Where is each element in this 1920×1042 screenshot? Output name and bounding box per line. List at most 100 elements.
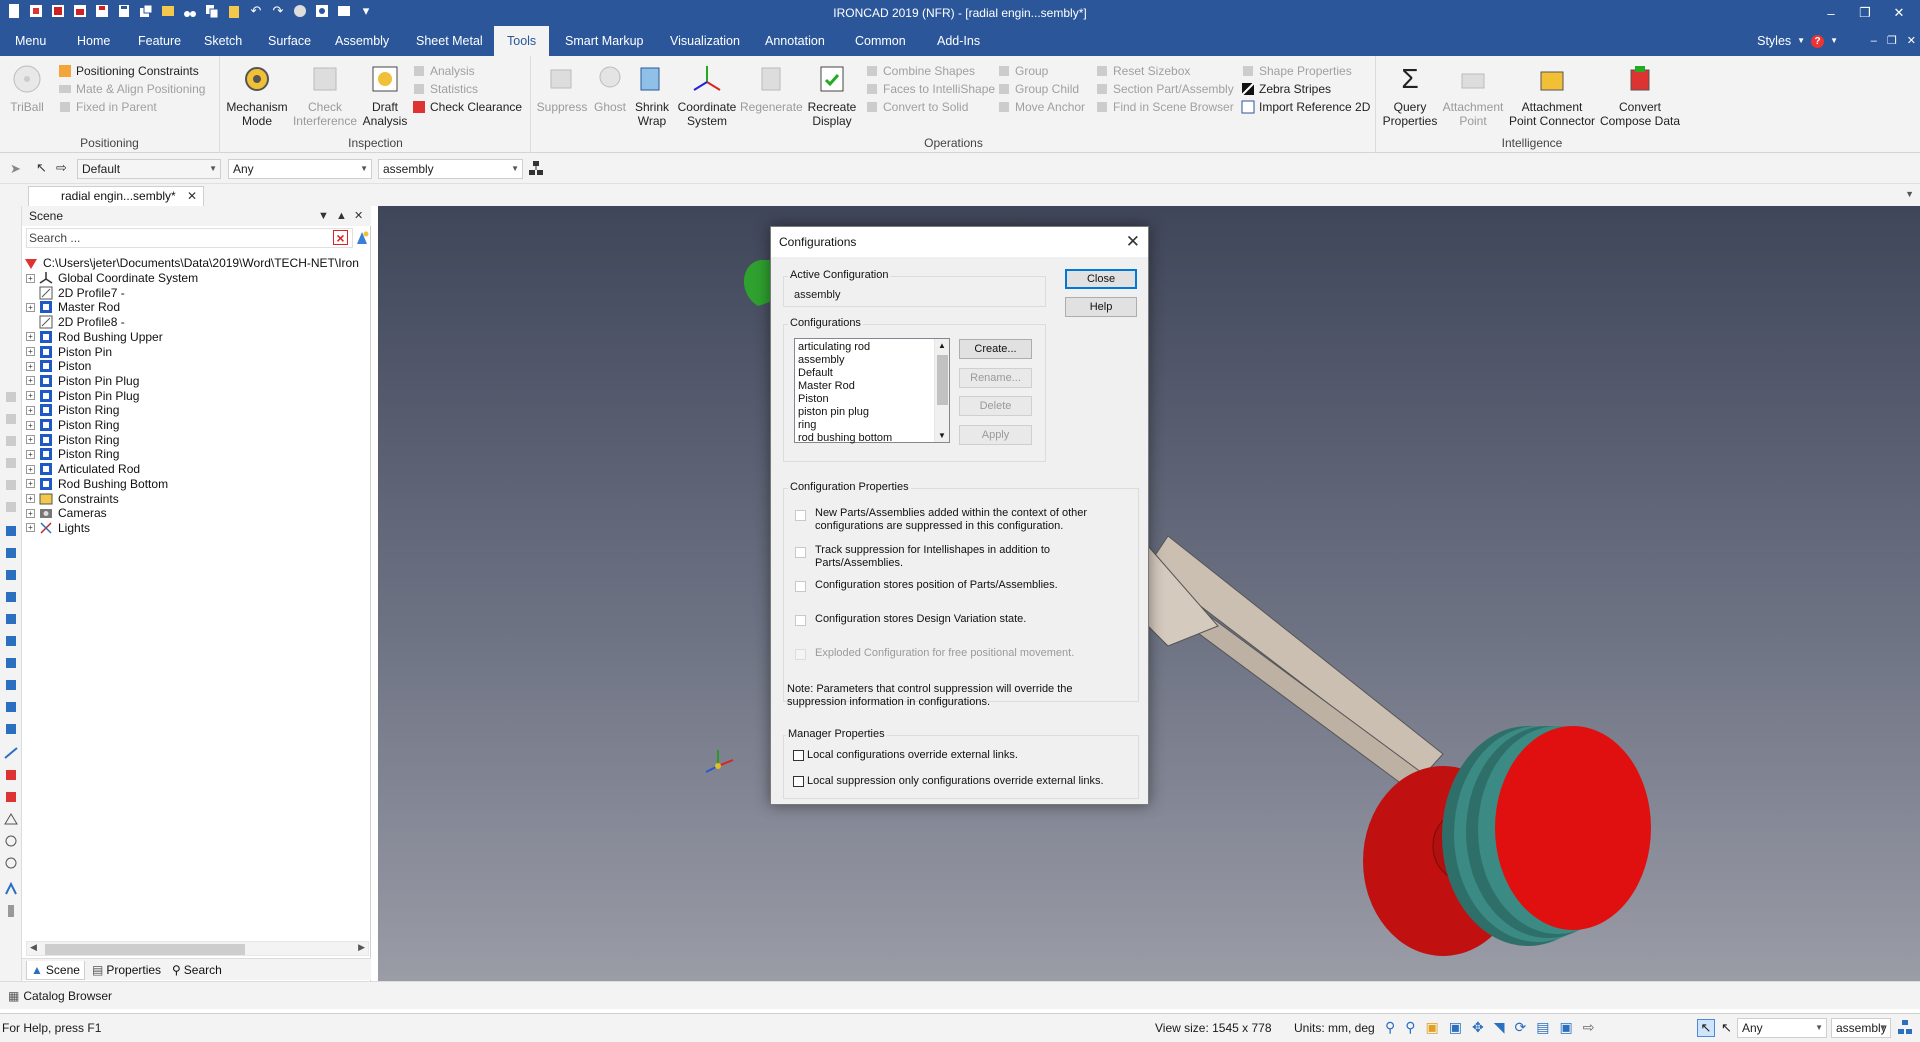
help-icon[interactable]: ? <box>1811 34 1825 48</box>
styles-menu[interactable]: Styles ▼ ? ▼ <box>1757 26 1838 56</box>
assembly-tool-icon[interactable] <box>4 546 18 560</box>
faces-to-intellishape-button[interactable]: Faces to IntelliShape <box>865 80 995 98</box>
doc-minimize-button[interactable]: – <box>1871 26 1877 56</box>
local-suppression-override-checkbox[interactable] <box>793 776 804 787</box>
status-filter-combo[interactable]: Any ▼ <box>1737 1018 1827 1038</box>
restore-button[interactable]: ❐ <box>1848 0 1882 26</box>
chamfer-tool-icon[interactable] <box>4 634 18 648</box>
expand-icon[interactable]: + <box>26 347 35 356</box>
render-mode-icon[interactable]: ▣ <box>1449 1019 1462 1036</box>
group-button[interactable]: Group <box>997 62 1048 80</box>
create-button[interactable]: Create... <box>959 339 1032 359</box>
scroll-right-icon[interactable]: ▶ <box>358 942 365 953</box>
expand-icon[interactable]: + <box>26 376 35 386</box>
orbit-view-icon[interactable]: ⟳ <box>1515 1019 1527 1036</box>
positioning-constraints-button[interactable]: Positioning Constraints <box>58 62 199 80</box>
camera-tool-icon[interactable] <box>4 768 18 782</box>
expand-icon[interactable]: + <box>26 523 35 533</box>
mate-align-button[interactable]: Mate & Align Positioning <box>58 80 205 98</box>
expand-icon[interactable]: + <box>26 494 35 503</box>
clear-search-icon[interactable]: × <box>333 230 348 246</box>
apply-button[interactable]: Apply <box>959 425 1032 445</box>
tab-surface[interactable]: Surface <box>260 26 319 56</box>
shape-tool-icon[interactable] <box>4 412 18 426</box>
hole-tool-icon[interactable] <box>4 568 18 582</box>
rotate-tool-icon[interactable] <box>4 834 18 848</box>
section-part-button[interactable]: Section Part/Assembly <box>1095 80 1234 98</box>
view-cube-icon[interactable]: ▣ <box>1426 1019 1439 1036</box>
tab-menu[interactable]: Menu <box>7 26 54 56</box>
group-child-button[interactable]: Group Child <box>997 80 1079 98</box>
loft-tool-icon[interactable] <box>4 500 18 514</box>
orbit-tool-icon[interactable] <box>4 856 18 870</box>
tab-annotation[interactable]: Annotation <box>757 26 833 56</box>
dimension-tool-icon[interactable] <box>4 812 18 826</box>
statistics-button[interactable]: Statistics <box>412 80 478 98</box>
tab-properties[interactable]: ▤ Properties <box>92 961 161 980</box>
stores-position-checkbox[interactable] <box>795 581 806 592</box>
display-mode-icon[interactable]: ▤ <box>1536 1019 1549 1036</box>
zoom-window-icon[interactable]: ⚲ <box>1405 1019 1415 1036</box>
tab-scene[interactable]: ▲ Scene <box>26 961 85 980</box>
new-parts-suppressed-checkbox[interactable] <box>795 510 806 521</box>
tab-smart-markup[interactable]: Smart Markup <box>557 26 652 56</box>
tree-item[interactable]: + Lights <box>26 519 90 537</box>
coordinate-system-button[interactable]: Coordinate System <box>676 62 738 128</box>
ghost-button[interactable]: Ghost <box>590 62 630 114</box>
import-reference-button[interactable]: Import Reference 2D <box>1241 98 1370 116</box>
configs-listbox[interactable]: articulating rod assembly Default Master… <box>794 338 950 444</box>
regenerate-button[interactable]: Regenerate <box>740 62 803 114</box>
tab-sheet-metal[interactable]: Sheet Metal <box>408 26 491 56</box>
face-tool-icon[interactable] <box>4 700 18 714</box>
shape-properties-button[interactable]: Shape Properties <box>1241 62 1352 80</box>
close-tab-icon[interactable]: ✕ <box>187 187 197 205</box>
expand-icon[interactable]: + <box>26 302 35 312</box>
triball-button[interactable]: TriBall <box>6 62 48 114</box>
extrude-tool-icon[interactable] <box>4 434 18 448</box>
tab-home[interactable]: Home <box>69 26 118 56</box>
zoom-icon[interactable]: ⚲ <box>1385 1019 1395 1036</box>
find-in-scene-button[interactable]: Find in Scene Browser <box>1095 98 1234 116</box>
exploded-config-checkbox[interactable] <box>795 649 806 660</box>
move-view-icon[interactable]: ✥ <box>1472 1019 1484 1036</box>
scrollbar-thumb[interactable] <box>45 944 245 955</box>
shrink-wrap-button[interactable]: Shrink Wrap <box>632 62 672 128</box>
draft-analysis-button[interactable]: Draft Analysis <box>360 62 410 128</box>
expand-icon[interactable]: + <box>26 508 35 518</box>
expand-icon[interactable]: + <box>26 391 35 401</box>
rename-button[interactable]: Rename... <box>959 368 1032 388</box>
close-button[interactable]: Close <box>1065 269 1137 289</box>
reset-sizebox-button[interactable]: Reset Sizebox <box>1095 62 1190 80</box>
check-clearance-button[interactable]: Check Clearance <box>412 98 522 116</box>
expand-icon[interactable]: + <box>26 420 35 430</box>
scrollbar-thumb[interactable] <box>937 355 948 405</box>
section-view-icon[interactable]: ◥ <box>1494 1019 1505 1036</box>
check-interference-button[interactable]: Check Interference <box>292 62 358 128</box>
expand-icon[interactable]: + <box>26 273 35 283</box>
scene-search-input[interactable]: Search ... <box>26 228 353 248</box>
edge-tool-icon[interactable] <box>4 722 18 736</box>
part-tool-icon[interactable] <box>4 524 18 538</box>
scroll-down-icon[interactable]: ▼ <box>938 431 946 440</box>
attachment-point-button[interactable]: Attachment Point <box>1441 62 1505 128</box>
close-panel-icon[interactable]: ✕ <box>354 206 363 226</box>
select-cursor-icon[interactable]: ↖ <box>1697 1019 1715 1037</box>
select-icon[interactable]: ➤ <box>10 161 21 177</box>
horizontal-scrollbar[interactable]: ◀ ▶ <box>26 941 369 956</box>
configurations-icon[interactable] <box>528 160 544 176</box>
expand-icon[interactable]: + <box>26 361 35 371</box>
cursor-icon[interactable]: ↖ <box>36 160 47 176</box>
scroll-up-icon[interactable]: ▲ <box>938 341 946 350</box>
convert-compose-button[interactable]: Convert Compose Data <box>1599 62 1681 128</box>
stores-design-variation-checkbox[interactable] <box>795 615 806 626</box>
tab-list-dropdown-icon[interactable]: ▼ <box>1905 189 1914 199</box>
selection-filter-combo[interactable]: Any ▼ <box>228 159 372 179</box>
zebra-stripes-button[interactable]: Zebra Stripes <box>1241 80 1331 98</box>
combine-shapes-button[interactable]: Combine Shapes <box>865 62 975 80</box>
catalog-browser-tab[interactable]: ▦ Catalog Browser <box>8 989 112 1003</box>
blend-tool-icon[interactable] <box>4 612 18 626</box>
filter-icon[interactable]: ⇨ <box>56 160 67 176</box>
grip-handle-icon[interactable] <box>4 904 18 918</box>
fixed-in-parent-button[interactable]: Fixed in Parent <box>58 98 157 116</box>
close-window-button[interactable]: ✕ <box>1882 0 1916 26</box>
